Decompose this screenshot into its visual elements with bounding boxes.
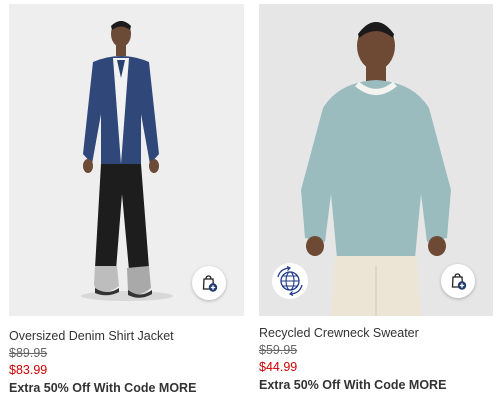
sale-price: $44.99 [259,360,298,374]
eco-badge [272,263,308,299]
add-to-bag-button[interactable] [441,264,475,298]
add-to-bag-button[interactable] [192,266,226,300]
original-price: $89.95 [9,346,48,360]
product-name[interactable]: Oversized Denim Shirt Jacket [9,328,244,345]
product-name[interactable]: Recycled Crewneck Sweater [259,325,493,342]
promo-text: Extra 50% Off With Code MORE [259,378,447,392]
product-card[interactable]: Recycled Crewneck Sweater $59.95 $44.99 … [259,0,493,394]
sale-price: $83.99 [9,363,48,377]
shopping-bag-plus-icon [202,275,218,292]
product-card[interactable]: Oversized Denim Shirt Jacket $89.95 $83.… [9,0,244,397]
promo-text: Extra 50% Off With Code MORE [9,381,197,395]
product-image[interactable] [9,4,244,316]
globe-recycle-icon [277,266,303,296]
original-price: $59.95 [259,343,298,357]
product-image[interactable] [259,4,493,316]
shopping-bag-plus-icon [451,273,467,290]
